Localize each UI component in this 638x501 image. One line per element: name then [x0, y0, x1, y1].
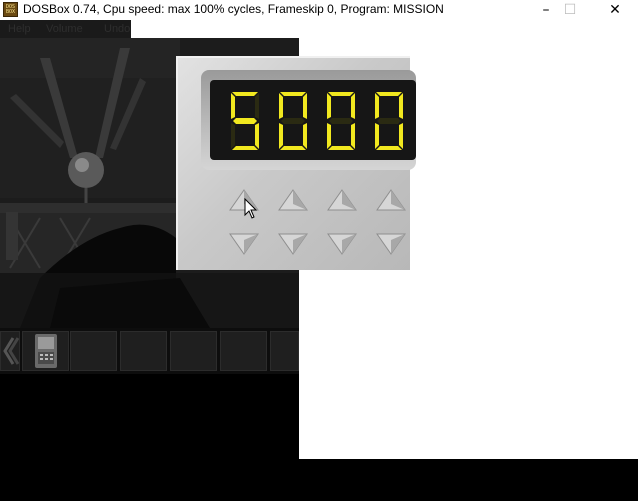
inventory-slot[interactable]	[70, 331, 117, 371]
unpainted-area	[299, 262, 638, 459]
inventory-slot[interactable]	[270, 331, 299, 371]
inventory-slot[interactable]	[22, 331, 69, 371]
digit-1-down-button[interactable]	[228, 232, 260, 256]
title-bar[interactable]: DOS BOX DOSBox 0.74, Cpu speed: max 100%…	[0, 0, 638, 20]
mouse-cursor-icon	[244, 198, 258, 219]
unpainted-area	[410, 20, 638, 262]
handheld-computer-icon	[35, 334, 57, 368]
dosbox-app-icon[interactable]: DOS BOX	[3, 2, 18, 17]
inventory-slot[interactable]	[220, 331, 267, 371]
digit-display-1	[226, 90, 264, 152]
maximize-button[interactable]: ☐	[547, 0, 593, 20]
inventory-slot[interactable]	[120, 331, 167, 371]
inventory-slot[interactable]	[170, 331, 217, 371]
close-button[interactable]: ✕	[592, 0, 638, 20]
combination-keypad	[176, 56, 416, 270]
inventory-scroll-left[interactable]	[0, 331, 20, 371]
digit-4-up-button[interactable]	[375, 188, 407, 212]
digit-display-3	[322, 90, 360, 152]
menu-item-undo[interactable]: Undo	[104, 23, 130, 35]
digit-3-down-button[interactable]	[326, 232, 358, 256]
digit-4-down-button[interactable]	[375, 232, 407, 256]
chevron-left-icon	[3, 337, 20, 365]
digit-display-4	[370, 90, 408, 152]
menu-item-help[interactable]: Help	[8, 23, 31, 35]
digit-display-2	[274, 90, 312, 152]
inventory-bar	[0, 328, 299, 374]
digit-2-up-button[interactable]	[277, 188, 309, 212]
menu-item-volume[interactable]: Volume	[46, 23, 83, 35]
window-title: DOSBox 0.74, Cpu speed: max 100% cycles,…	[23, 2, 444, 16]
digit-display	[201, 70, 416, 170]
digit-2-down-button[interactable]	[277, 232, 309, 256]
menu-bar: Help Volume Undo	[0, 20, 131, 38]
digit-3-up-button[interactable]	[326, 188, 358, 212]
